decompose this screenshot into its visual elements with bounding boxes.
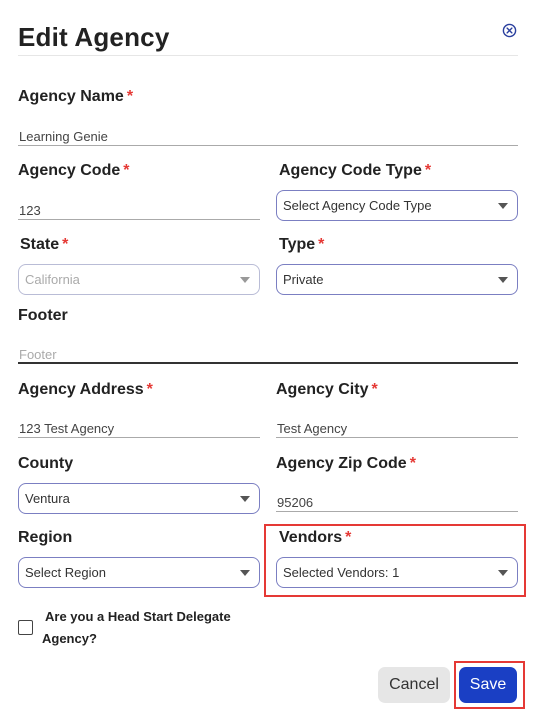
agency-code-type-select[interactable]: Select Agency Code Type: [276, 190, 518, 221]
vendors-label: Vendors *: [279, 529, 352, 546]
footer-input[interactable]: Footer: [18, 340, 518, 364]
chevron-down-icon: [240, 496, 250, 502]
county-select[interactable]: Ventura: [18, 483, 260, 514]
vendors-select[interactable]: Selected Vendors: 1: [276, 557, 518, 588]
type-select[interactable]: Private: [276, 264, 518, 295]
required-marker: *: [345, 529, 352, 546]
agency-zip-input[interactable]: 95206: [276, 488, 518, 512]
required-marker: *: [123, 162, 130, 179]
required-marker: *: [318, 236, 325, 253]
agency-city-input[interactable]: Test Agency: [276, 414, 518, 438]
required-marker: *: [62, 236, 69, 253]
footer-label: Footer: [18, 307, 68, 324]
agency-address-input[interactable]: 123 Test Agency: [18, 414, 260, 438]
head-start-label: Are you a Head Start Delegate Agency?: [42, 609, 231, 646]
required-marker: *: [146, 381, 153, 398]
chevron-down-icon: [240, 570, 250, 576]
region-select[interactable]: Select Region: [18, 557, 260, 588]
agency-code-label: Agency Code *: [18, 162, 130, 179]
save-button[interactable]: Save: [459, 667, 517, 703]
agency-code-input[interactable]: 123: [18, 196, 260, 220]
cancel-button[interactable]: Cancel: [378, 667, 450, 703]
agency-name-input[interactable]: Learning Genie: [18, 122, 518, 146]
agency-zip-label: Agency Zip Code *: [276, 455, 416, 472]
agency-address-label: Agency Address *: [18, 381, 153, 398]
title-divider: [18, 55, 518, 56]
required-marker: *: [424, 162, 432, 179]
chevron-down-icon: [498, 570, 508, 576]
agency-city-label: Agency City *: [276, 381, 378, 398]
state-select[interactable]: California: [18, 264, 260, 295]
dialog-title: Edit Agency: [18, 22, 170, 52]
head-start-checkbox[interactable]: [18, 620, 33, 635]
type-label: Type *: [279, 236, 325, 253]
agency-name-label: Agency Name *: [18, 88, 134, 105]
state-label: State *: [20, 236, 69, 253]
chevron-down-icon: [498, 277, 508, 283]
chevron-down-icon: [240, 277, 250, 283]
county-label: County: [18, 455, 74, 472]
required-marker: *: [371, 381, 378, 398]
required-marker: *: [126, 88, 134, 105]
chevron-down-icon: [498, 203, 508, 209]
required-marker: *: [409, 455, 416, 472]
region-label: Region: [18, 529, 73, 546]
close-icon[interactable]: [502, 23, 517, 38]
agency-code-type-label: Agency Code Type *: [279, 162, 432, 179]
